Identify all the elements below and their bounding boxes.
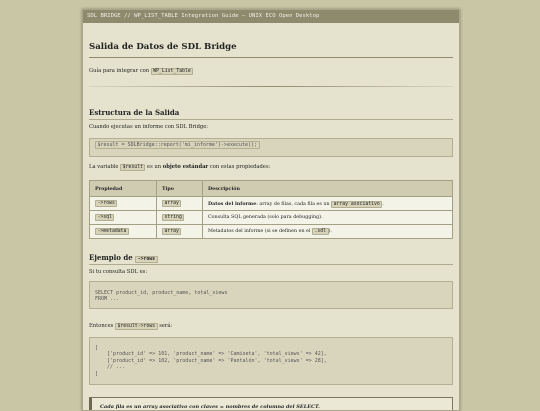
result-paragraph: Entonces $result->rows será: bbox=[89, 323, 173, 330]
variable-paragraph: La variable $result es un objeto estánda… bbox=[89, 164, 271, 171]
table-cell: ->metadata bbox=[89, 224, 157, 239]
code-block-sql[interactable]: SELECT product_id, product_name, total_v… bbox=[89, 281, 453, 309]
table-row: ->rows array Datos del informe: array de… bbox=[89, 196, 453, 211]
table-header-row: Propiedad Tipo Descripción bbox=[89, 180, 453, 197]
section-divider bbox=[89, 86, 453, 87]
table-cell: ->rows bbox=[89, 196, 157, 211]
variable-text: La variable bbox=[89, 164, 119, 170]
section-heading-rule bbox=[89, 119, 453, 120]
table-row: ->sql string Consulta SQL generada (solo… bbox=[89, 210, 453, 225]
type-code: array bbox=[162, 200, 182, 207]
note-box: Cada fila es un array asociativo con cla… bbox=[89, 397, 453, 410]
window-titlebar[interactable]: SDL BRIDGE // WP_LIST_TABLE Integration … bbox=[83, 10, 459, 23]
structure-paragraph: Cuando ejecutas un informe con SDL Bridg… bbox=[89, 124, 209, 130]
app-window: SDL BRIDGE // WP_LIST_TABLE Integration … bbox=[82, 9, 460, 411]
prop-code: ->rows bbox=[95, 200, 118, 207]
table-cell: Datos del informe: array de filas, cada … bbox=[202, 196, 453, 211]
sql-intro-paragraph: Si tu consulta SDL es: bbox=[89, 269, 148, 275]
desc-code: array asociativo bbox=[331, 200, 383, 208]
page-title: Salida de Datos de SDL Bridge bbox=[89, 42, 237, 52]
column-header: Descripción bbox=[202, 180, 453, 197]
desc-text: Consulta SQL generada (solo para debuggi… bbox=[208, 215, 323, 220]
intro-paragraph: Guía para integrar con WP_List_Table bbox=[89, 68, 194, 75]
table-cell: string bbox=[156, 210, 203, 225]
code-line: ] bbox=[95, 370, 99, 377]
result-code: $result->rows bbox=[114, 323, 158, 330]
result-text: Entonces bbox=[89, 323, 114, 329]
desc-text: : array de filas, cada fila es un bbox=[256, 201, 330, 207]
section-heading-example: Ejemplo de ->rows bbox=[89, 253, 158, 263]
table-cell: Metadatos del informe (si se definen en … bbox=[202, 224, 453, 239]
desc-text: Metadatos del informe (si se definen en … bbox=[208, 229, 311, 234]
desc-code: .sdl bbox=[311, 228, 329, 235]
title-divider bbox=[89, 57, 453, 58]
variable-text-mid: es un bbox=[147, 164, 162, 170]
prop-code: ->sql bbox=[95, 214, 115, 221]
table-cell: array bbox=[156, 224, 203, 239]
desc-bold: Datos del informe bbox=[208, 200, 257, 207]
desc-end: ). bbox=[328, 229, 332, 234]
code-block-execute[interactable]: $result = SDLBridge::report('mi_informe'… bbox=[89, 138, 453, 157]
properties-table: Propiedad Tipo Descripción ->rows array … bbox=[89, 180, 453, 239]
section-heading-rule bbox=[89, 264, 453, 265]
column-header: Propiedad bbox=[89, 180, 157, 197]
prop-code: ->metadata bbox=[95, 228, 129, 235]
code-line: FROM ... bbox=[95, 296, 120, 303]
type-code: string bbox=[162, 214, 185, 221]
table-row: ->metadata array Metadatos del informe (… bbox=[89, 224, 453, 239]
table-cell: array bbox=[156, 196, 203, 211]
example-heading-code: ->rows bbox=[135, 256, 158, 263]
type-code: array bbox=[162, 228, 182, 235]
variable-code: $result bbox=[120, 164, 146, 171]
section-heading-structure: Estructura de la Salida bbox=[89, 108, 180, 117]
table-cell: ->sql bbox=[89, 210, 157, 225]
variable-bold: objeto estándar bbox=[162, 164, 209, 170]
intro-code: WP_List_Table bbox=[150, 68, 194, 75]
column-header: Tipo bbox=[156, 180, 203, 197]
code-block-array[interactable]: [ ['product_id' => 101, 'product_name' =… bbox=[89, 337, 453, 385]
result-text-after: será: bbox=[159, 323, 173, 329]
intro-text: Guía para integrar con bbox=[89, 68, 150, 74]
table-cell: Consulta SQL generada (solo para debuggi… bbox=[202, 210, 453, 225]
execute-code: $result = SDLBridge::report('mi_informe'… bbox=[95, 141, 260, 149]
example-heading-text: Ejemplo de bbox=[89, 253, 133, 262]
variable-text-after: con estas propiedades: bbox=[209, 164, 271, 170]
desc-end: . bbox=[382, 201, 384, 207]
